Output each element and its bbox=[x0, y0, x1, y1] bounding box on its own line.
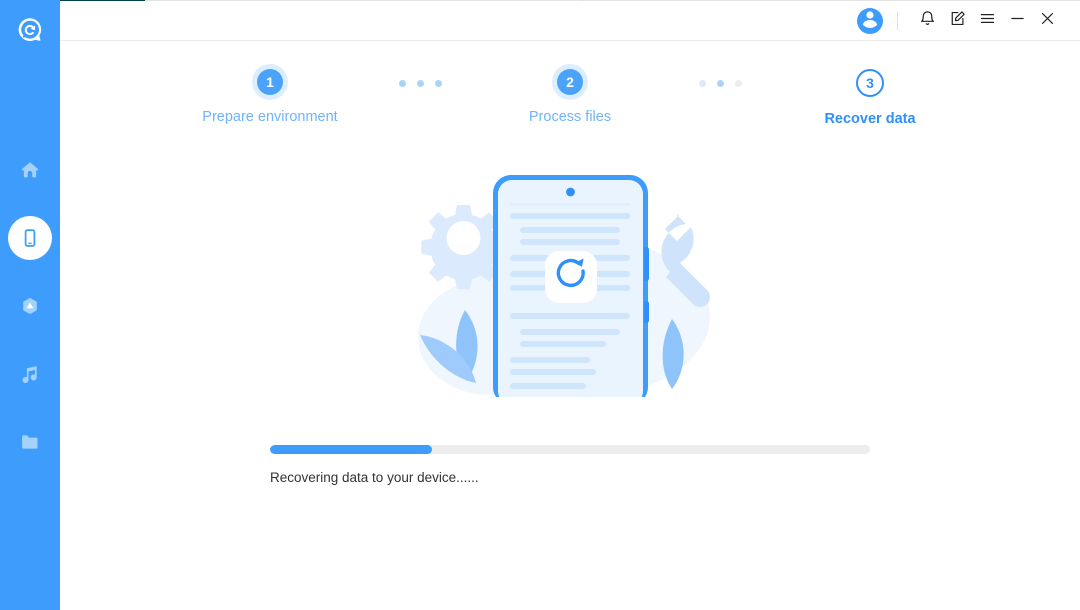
notifications-button[interactable] bbox=[912, 6, 942, 36]
close-icon bbox=[1039, 10, 1056, 32]
sidebar bbox=[0, 0, 60, 610]
main-content: 1 Prepare environment 2 Process files 3 … bbox=[60, 42, 1080, 610]
cloud-icon bbox=[19, 295, 41, 317]
separator-dot bbox=[398, 80, 406, 87]
sidebar-item-home[interactable] bbox=[8, 148, 52, 192]
progress-status-text: Recovering data to your device...... bbox=[270, 470, 479, 485]
phone-icon bbox=[19, 227, 41, 249]
menu-icon bbox=[979, 10, 996, 32]
step-separator-1 bbox=[370, 80, 470, 87]
feedback-button[interactable] bbox=[942, 6, 972, 36]
home-icon bbox=[19, 159, 41, 181]
step-recover-data[interactable]: 3 Recover data bbox=[770, 69, 970, 127]
separator-dot bbox=[734, 80, 742, 87]
avatar[interactable] bbox=[857, 5, 883, 36]
step-3-label: Recover data bbox=[824, 111, 916, 127]
app-window: 1 Prepare environment 2 Process files 3 … bbox=[0, 0, 1080, 610]
sidebar-nav bbox=[8, 148, 52, 464]
progress-bar-fill bbox=[270, 445, 432, 454]
sidebar-item-files[interactable] bbox=[8, 420, 52, 464]
step-2-label: Process files bbox=[528, 109, 612, 125]
minimize-icon bbox=[1009, 10, 1026, 32]
progress-bar-track bbox=[270, 445, 870, 454]
minimize-button[interactable] bbox=[1002, 6, 1032, 36]
music-note-icon bbox=[19, 363, 41, 385]
step-prepare-environment[interactable]: 1 Prepare environment bbox=[170, 69, 370, 125]
step-separator-2 bbox=[670, 80, 770, 87]
step-2-badge: 2 bbox=[557, 69, 583, 95]
user-avatar-icon bbox=[857, 5, 883, 36]
close-button[interactable] bbox=[1032, 6, 1062, 36]
menu-button[interactable] bbox=[972, 6, 1002, 36]
separator-dot bbox=[416, 80, 424, 87]
sidebar-item-phone[interactable] bbox=[8, 216, 52, 260]
sidebar-item-cloud[interactable] bbox=[8, 284, 52, 328]
header-divider bbox=[897, 11, 898, 30]
step-process-files[interactable]: 2 Process files bbox=[470, 69, 670, 125]
step-3-badge: 3 bbox=[856, 69, 884, 97]
phone-recovery-illustration bbox=[370, 167, 770, 405]
separator-dot bbox=[716, 80, 724, 87]
folder-icon bbox=[19, 431, 41, 453]
sidebar-item-music[interactable] bbox=[8, 352, 52, 396]
step-1-label: Prepare environment bbox=[202, 109, 338, 125]
chat-bubble-c-logo-icon[interactable] bbox=[8, 8, 52, 52]
separator-dot bbox=[434, 80, 442, 87]
feedback-icon bbox=[949, 10, 966, 32]
progress-section: Recovering data to your device...... bbox=[270, 445, 870, 485]
window-header bbox=[60, 1, 1080, 41]
step-1-badge: 1 bbox=[257, 69, 283, 95]
bell-icon bbox=[919, 10, 936, 32]
stepper: 1 Prepare environment 2 Process files 3 … bbox=[60, 69, 1080, 127]
separator-dot bbox=[698, 80, 706, 87]
